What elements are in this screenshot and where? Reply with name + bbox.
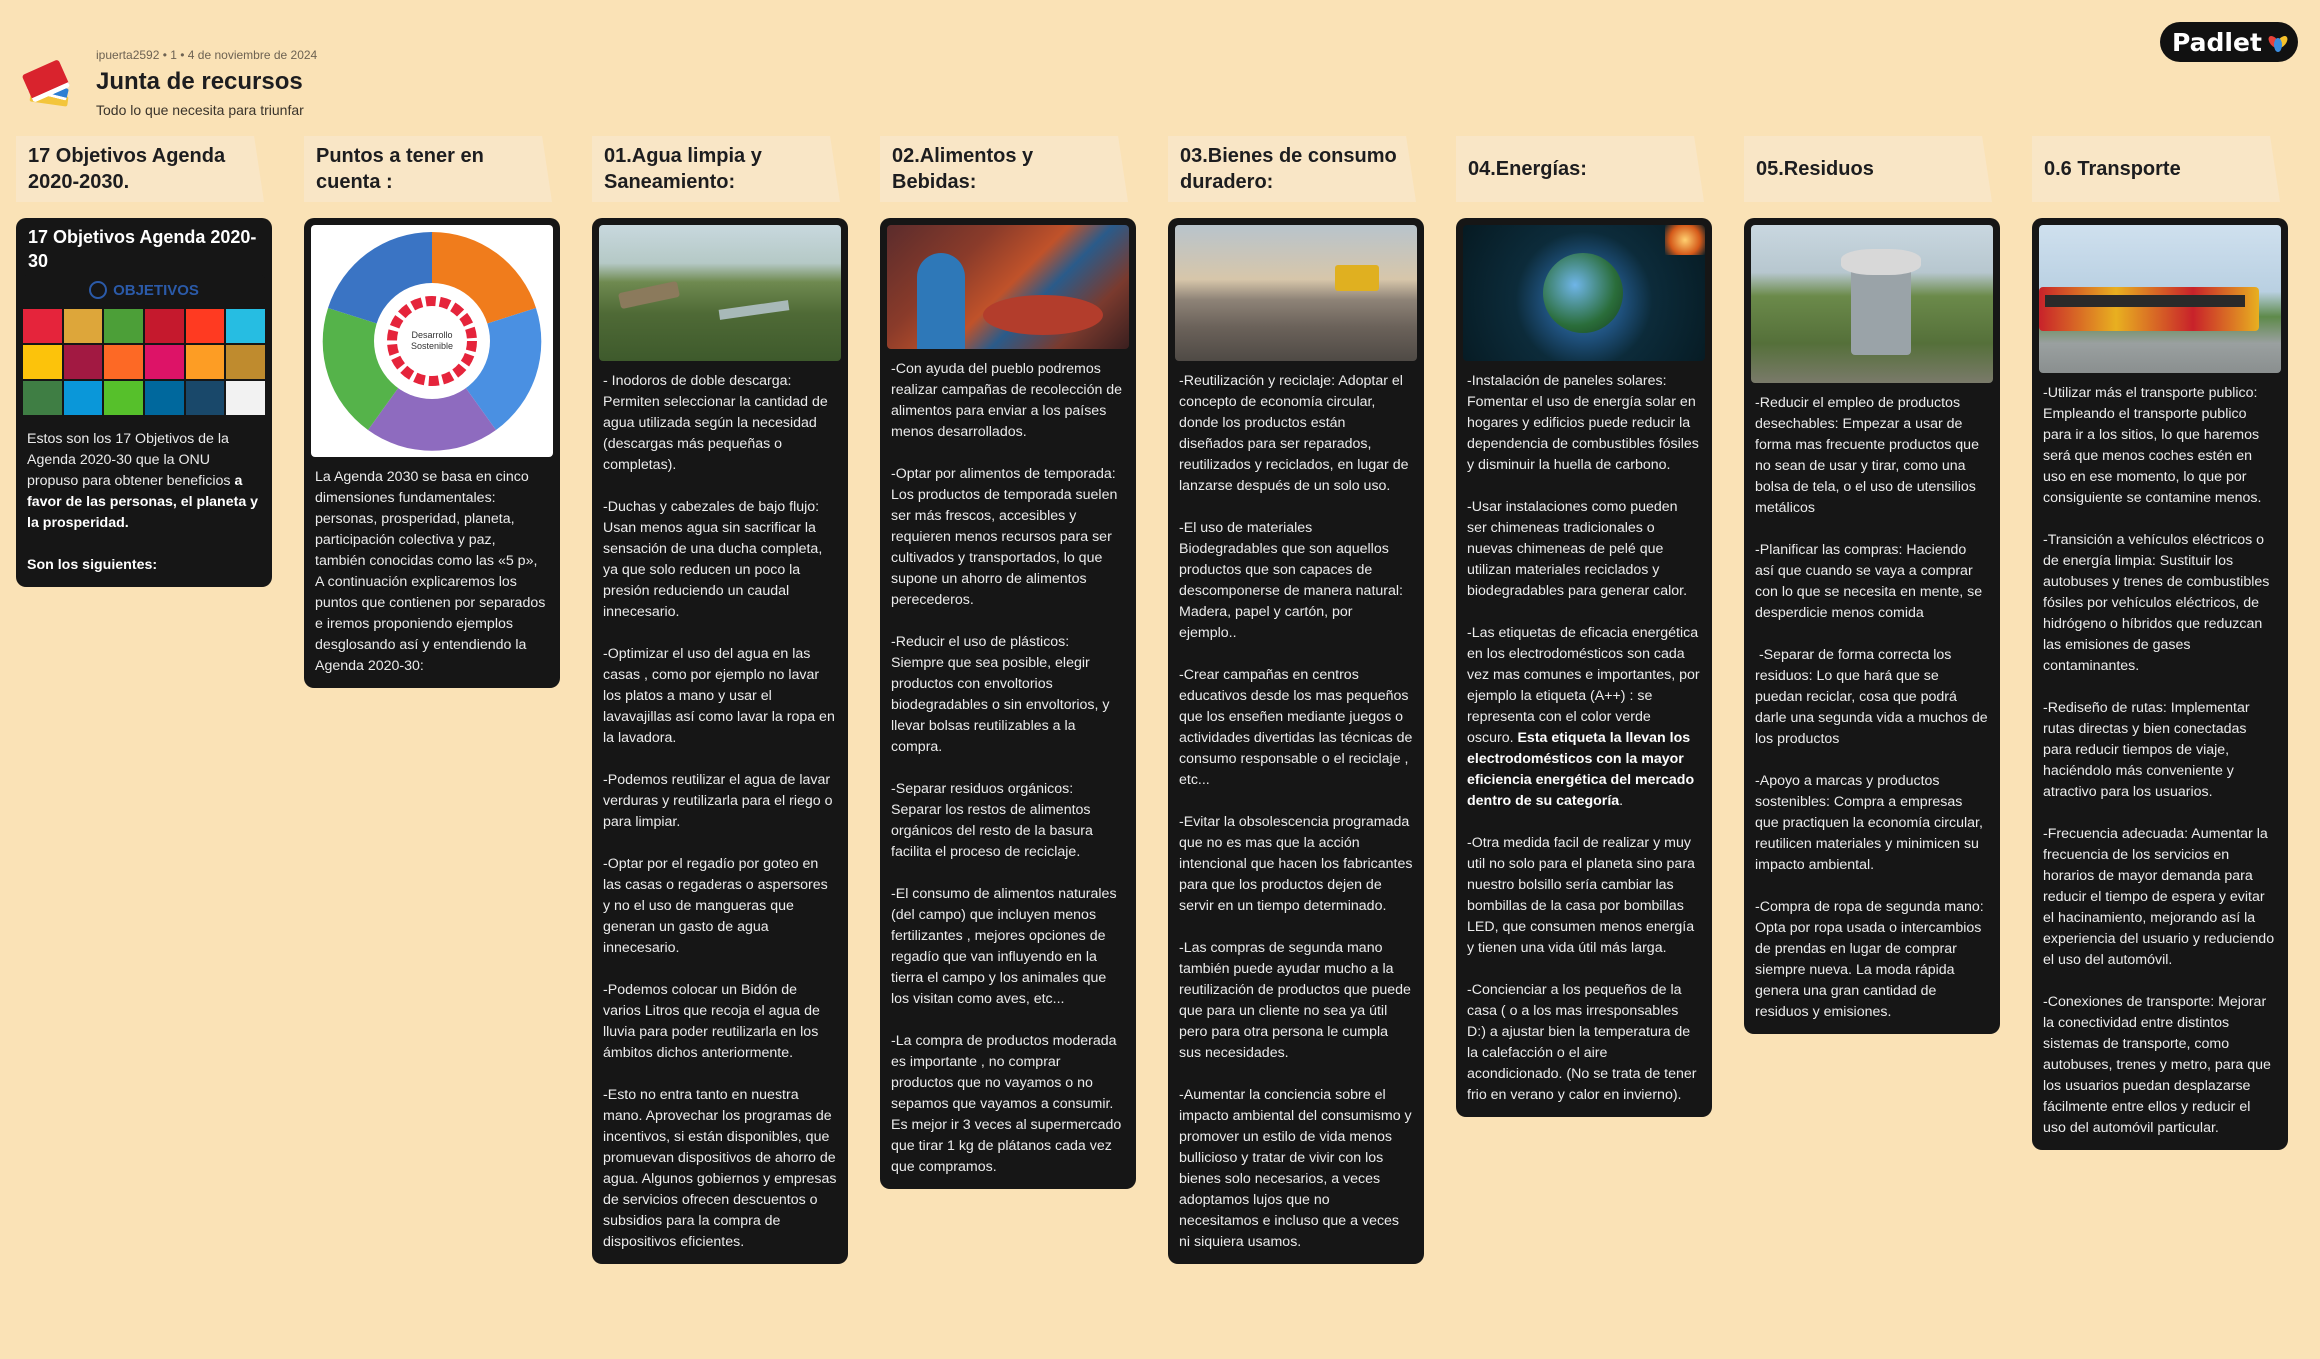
section-column: 01.Agua limpia y Saneamiento: - Inodoros…	[592, 136, 848, 1264]
un-emblem-icon	[89, 281, 108, 299]
post-card[interactable]: 17 Objetivos Agenda 2020-30 OBJETIVOS Es…	[16, 218, 272, 587]
post-body: -Reutilización y reciclaje: Adoptar el c…	[1179, 373, 1413, 1250]
wheel-center-label: Desarrollo Sostenible	[410, 330, 454, 351]
post-card[interactable]: - Inodoros de doble descarga: Permiten s…	[592, 218, 848, 1264]
post-body: -Reducir el empleo de productos desechab…	[1755, 395, 1988, 1020]
section-column: 0.6 Transporte -Utilizar más el transpor…	[2032, 136, 2288, 1150]
section-column: 03.Bienes de consumo duradero: -Reutiliz…	[1168, 136, 1424, 1264]
post-body: - Inodoros de doble descarga: Permiten s…	[603, 373, 837, 1250]
section-title[interactable]: 05.Residuos	[1744, 136, 1992, 202]
section-column: 04.Energías: -Instalación de paneles sol…	[1456, 136, 1712, 1117]
landfill-photo[interactable]	[1175, 225, 1417, 361]
section-title[interactable]: 02.Alimentos y Bebidas:	[880, 136, 1128, 202]
sdg-banner: OBJETIVOS	[23, 275, 265, 305]
board-title: Junta de recursos	[96, 68, 303, 95]
water-field-photo[interactable]	[599, 225, 841, 361]
overflowing-bin-photo[interactable]	[1751, 225, 1993, 383]
section-column: 02.Alimentos y Bebidas: -Con ayuda del p…	[880, 136, 1136, 1189]
post-body: Estos son los 17 Objetivos de la Agenda …	[27, 431, 262, 573]
post-card[interactable]: Desarrollo Sostenible La Agenda 2030 se …	[304, 218, 560, 688]
post-card[interactable]: -Utilizar más el transporte publico: Emp…	[2032, 218, 2288, 1150]
post-body: -Instalación de paneles solares: Fomenta…	[1467, 373, 1700, 1103]
board-subtitle: Todo lo que necesita para triunfar	[96, 102, 304, 118]
section-column: 17 Objetivos Agenda 2020-2030. 17 Objeti…	[16, 136, 272, 587]
section-title[interactable]: 04.Energías:	[1456, 136, 1704, 202]
section-title[interactable]: 03.Bienes de consumo duradero:	[1168, 136, 1416, 202]
board-meta: ipuerta2592 • 1 • 4 de noviembre de 2024	[96, 48, 318, 62]
section-column: Puntos a tener en cuenta : Desarrollo So…	[304, 136, 560, 688]
post-body: -Con ayuda del pueblo podremos realizar …	[891, 361, 1123, 1175]
padlet-flower-icon	[2266, 32, 2290, 52]
book-stack-icon	[21, 58, 74, 110]
post-card[interactable]: -Reutilización y reciclaje: Adoptar el c…	[1168, 218, 1424, 1264]
sdg-goals-image[interactable]: OBJETIVOS	[23, 275, 265, 419]
padlet-logo-text: Padlet	[2172, 27, 2262, 57]
section-column: 05.Residuos -Reducir el empleo de produc…	[1744, 136, 2000, 1034]
padlet-logo[interactable]: Padlet	[2160, 22, 2298, 62]
city-bus-photo[interactable]	[2039, 225, 2281, 373]
section-title[interactable]: 0.6 Transporte	[2032, 136, 2280, 202]
section-title[interactable]: Puntos a tener en cuenta :	[304, 136, 552, 202]
sdg-banner-text: OBJETIVOS	[113, 281, 199, 299]
post-card[interactable]: -Instalación de paneles solares: Fomenta…	[1456, 218, 1712, 1117]
sustainable-development-wheel-image[interactable]: Desarrollo Sostenible	[311, 225, 553, 457]
post-title: 17 Objetivos Agenda 2020-30	[28, 227, 257, 271]
post-card[interactable]: -Reducir el empleo de productos desechab…	[1744, 218, 2000, 1034]
section-title[interactable]: 17 Objetivos Agenda 2020-2030.	[16, 136, 264, 202]
food-market-photo[interactable]	[887, 225, 1129, 349]
post-body: -Utilizar más el transporte publico: Emp…	[2043, 385, 2275, 1136]
post-body: La Agenda 2030 se basa en cinco dimensio…	[315, 469, 550, 674]
board-header: ipuerta2592 • 1 • 4 de noviembre de 2024…	[21, 46, 318, 126]
green-energy-earth-photo[interactable]	[1463, 225, 1705, 361]
post-card[interactable]: -Con ayuda del pueblo podremos realizar …	[880, 218, 1136, 1189]
sdg-tile-grid	[23, 305, 265, 419]
section-title[interactable]: 01.Agua limpia y Saneamiento:	[592, 136, 840, 202]
